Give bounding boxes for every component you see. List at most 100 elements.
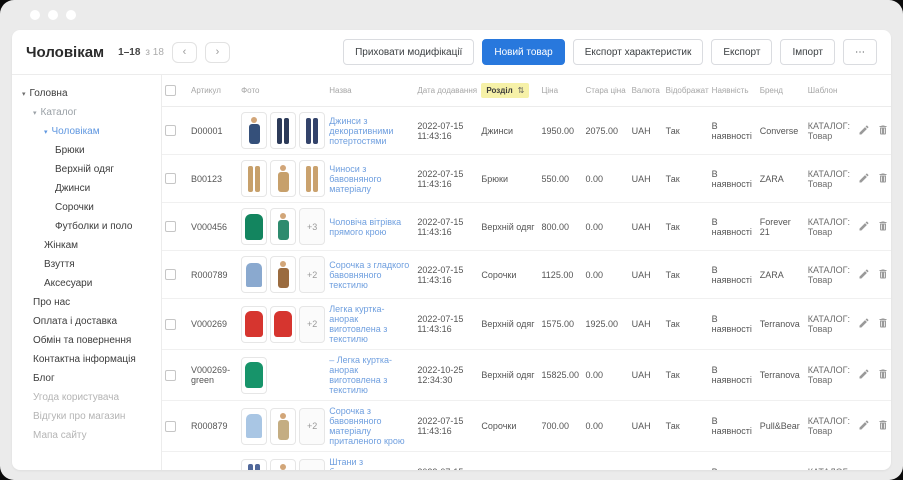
product-thumbnail[interactable]: [241, 305, 268, 343]
section-column-highlight[interactable]: Розділ ⇅: [481, 83, 530, 98]
old-price-cell: 0.00: [582, 202, 629, 251]
currency-cell: UAH: [628, 106, 663, 155]
window-close-button[interactable]: [30, 10, 40, 20]
row-checkbox[interactable]: [165, 173, 176, 185]
sidebar-item-vidguky[interactable]: Відгуки про магазин: [12, 407, 161, 426]
product-thumbnail[interactable]: [270, 256, 297, 293]
product-thumbnail[interactable]: [241, 407, 268, 445]
section-cell: Джинси: [478, 106, 539, 155]
more-photos-badge[interactable]: +3: [299, 208, 326, 245]
delete-icon[interactable]: [877, 419, 889, 431]
delete-icon[interactable]: [877, 317, 889, 329]
product-thumbnail[interactable]: [241, 256, 268, 293]
model-shape: [277, 261, 289, 288]
sidebar-item-cholovikam[interactable]: ▾ Чоловікам: [12, 122, 161, 141]
sidebar-item-futbolky[interactable]: Футболки и поло: [12, 217, 161, 236]
product-thumbnail[interactable]: [241, 160, 268, 197]
new-product-button[interactable]: Новий товар: [482, 39, 565, 65]
export-button[interactable]: Експорт: [711, 39, 773, 65]
pagination-prev-button[interactable]: ‹: [171, 41, 197, 63]
sidebar-item-label: Брюки: [55, 145, 85, 156]
more-photos-badge[interactable]: +2: [299, 458, 326, 470]
sidebar-item-mapa[interactable]: Мапа сайту: [12, 426, 161, 445]
edit-icon[interactable]: [858, 419, 870, 431]
sidebar-item-sorochky[interactable]: Сорочки: [12, 198, 161, 217]
delete-icon[interactable]: [877, 268, 889, 280]
edit-icon[interactable]: [858, 172, 870, 184]
edit-icon[interactable]: [858, 268, 870, 280]
more-photos-badge[interactable]: +2: [299, 256, 326, 293]
product-name-link[interactable]: Джинси з декоративними потертостями: [329, 116, 393, 146]
edit-icon[interactable]: [858, 124, 870, 136]
sidebar-item-vzuttya[interactable]: Взуття: [12, 255, 161, 274]
sidebar-item-kontaktna[interactable]: Контактна інформація: [12, 350, 161, 369]
row-checkbox[interactable]: [165, 420, 176, 432]
product-thumbnail[interactable]: [270, 305, 297, 343]
product-thumbnail[interactable]: [241, 356, 268, 394]
row-checkbox[interactable]: [165, 269, 176, 281]
window-minimize-button[interactable]: [48, 10, 58, 20]
product-name-link[interactable]: Сорочка з гладкого бавовняного текстилю: [329, 260, 409, 290]
product-thumbnail[interactable]: [270, 407, 297, 445]
sidebar-item-katalog[interactable]: ▾ Каталог: [12, 103, 161, 122]
delete-icon[interactable]: [877, 172, 889, 184]
sort-icon[interactable]: ⇅: [518, 86, 525, 95]
product-name-link[interactable]: Сорочка з бавовняного матеріалу притален…: [329, 406, 404, 446]
pants-shape: [248, 464, 261, 470]
product-thumbnail[interactable]: [270, 112, 297, 149]
sku-cell: R000879: [188, 400, 239, 452]
delete-icon[interactable]: [877, 220, 889, 232]
date-cell: 2022-07-15 11:43:16: [414, 250, 479, 299]
actions-cell: [854, 154, 891, 203]
more-photos-badge[interactable]: +2: [299, 305, 326, 343]
product-thumbnail[interactable]: [241, 208, 268, 245]
edit-icon[interactable]: [858, 368, 870, 380]
sidebar-item-golovna[interactable]: ▾ Головна: [12, 84, 161, 103]
hide-modifications-button[interactable]: Приховати модифікації: [343, 39, 475, 65]
pagination-next-button[interactable]: ›: [204, 41, 230, 63]
sidebar-item-aksesuary[interactable]: Аксесуари: [12, 274, 161, 293]
product-thumbnail[interactable]: [270, 458, 297, 470]
window-maximize-button[interactable]: [66, 10, 76, 20]
sidebar-item-verkhniy-odyag[interactable]: Верхній одяг: [12, 160, 161, 179]
product-name-link[interactable]: Чоловіча вітрівка прямого крою: [329, 217, 401, 237]
import-button[interactable]: Імпорт: [780, 39, 835, 65]
actions-cell: [854, 298, 891, 350]
sidebar-item-pro-nas[interactable]: Про нас: [12, 293, 161, 312]
more-photos-badge[interactable]: +2: [299, 407, 326, 445]
sidebar-item-ugoda[interactable]: Угода користувача: [12, 388, 161, 407]
row-checkbox[interactable]: [165, 125, 176, 137]
sidebar-item-oplata[interactable]: Оплата і доставка: [12, 312, 161, 331]
more-actions-button[interactable]: ⋯: [843, 39, 877, 65]
edit-icon[interactable]: [858, 317, 870, 329]
sidebar-item-blog[interactable]: Блог: [12, 369, 161, 388]
export-characteristics-button[interactable]: Експорт характеристик: [572, 39, 704, 65]
sidebar-item-zhinkam[interactable]: Жінкам: [12, 236, 161, 255]
row-checkbox[interactable]: [165, 221, 176, 233]
product-thumbnail[interactable]: [241, 112, 268, 149]
product-thumbnail[interactable]: [299, 112, 326, 149]
select-all-checkbox[interactable]: [165, 85, 176, 96]
row-checkbox[interactable]: [165, 369, 176, 381]
name-cell: Джинси з декоративними потертостями: [326, 106, 415, 155]
delete-icon[interactable]: [877, 124, 889, 136]
product-thumbnail[interactable]: [299, 160, 326, 197]
product-name-link[interactable]: Легка куртка-анорак виготовлена з тексти…: [329, 304, 387, 344]
display-cell: Так: [662, 154, 709, 203]
product-thumbnail[interactable]: [270, 160, 297, 197]
edit-icon[interactable]: [858, 220, 870, 232]
display-cell: Так: [662, 202, 709, 251]
product-thumbnail[interactable]: [241, 458, 268, 470]
name-cell: Сорочка з бавовняного матеріалу притален…: [326, 400, 415, 452]
product-thumbnail[interactable]: [270, 208, 297, 245]
old-price-cell: 0.00: [582, 349, 629, 401]
sidebar-item-dzhynsy[interactable]: Джинси: [12, 179, 161, 198]
sidebar-item-bryuky[interactable]: Брюки: [12, 141, 161, 160]
product-name-link[interactable]: Штани з бавовняного матеріалу прямого кр…: [329, 457, 407, 470]
delete-icon[interactable]: [877, 368, 889, 380]
product-name-link[interactable]: – Легка куртка-анорак виготовлена з текс…: [329, 355, 392, 395]
sidebar-item-obmin[interactable]: Обмін та повернення: [12, 331, 161, 350]
product-name-link[interactable]: Чиноси з бавовняного матеріалу: [329, 164, 381, 194]
row-checkbox[interactable]: [165, 318, 176, 330]
model-shape: [277, 213, 289, 240]
